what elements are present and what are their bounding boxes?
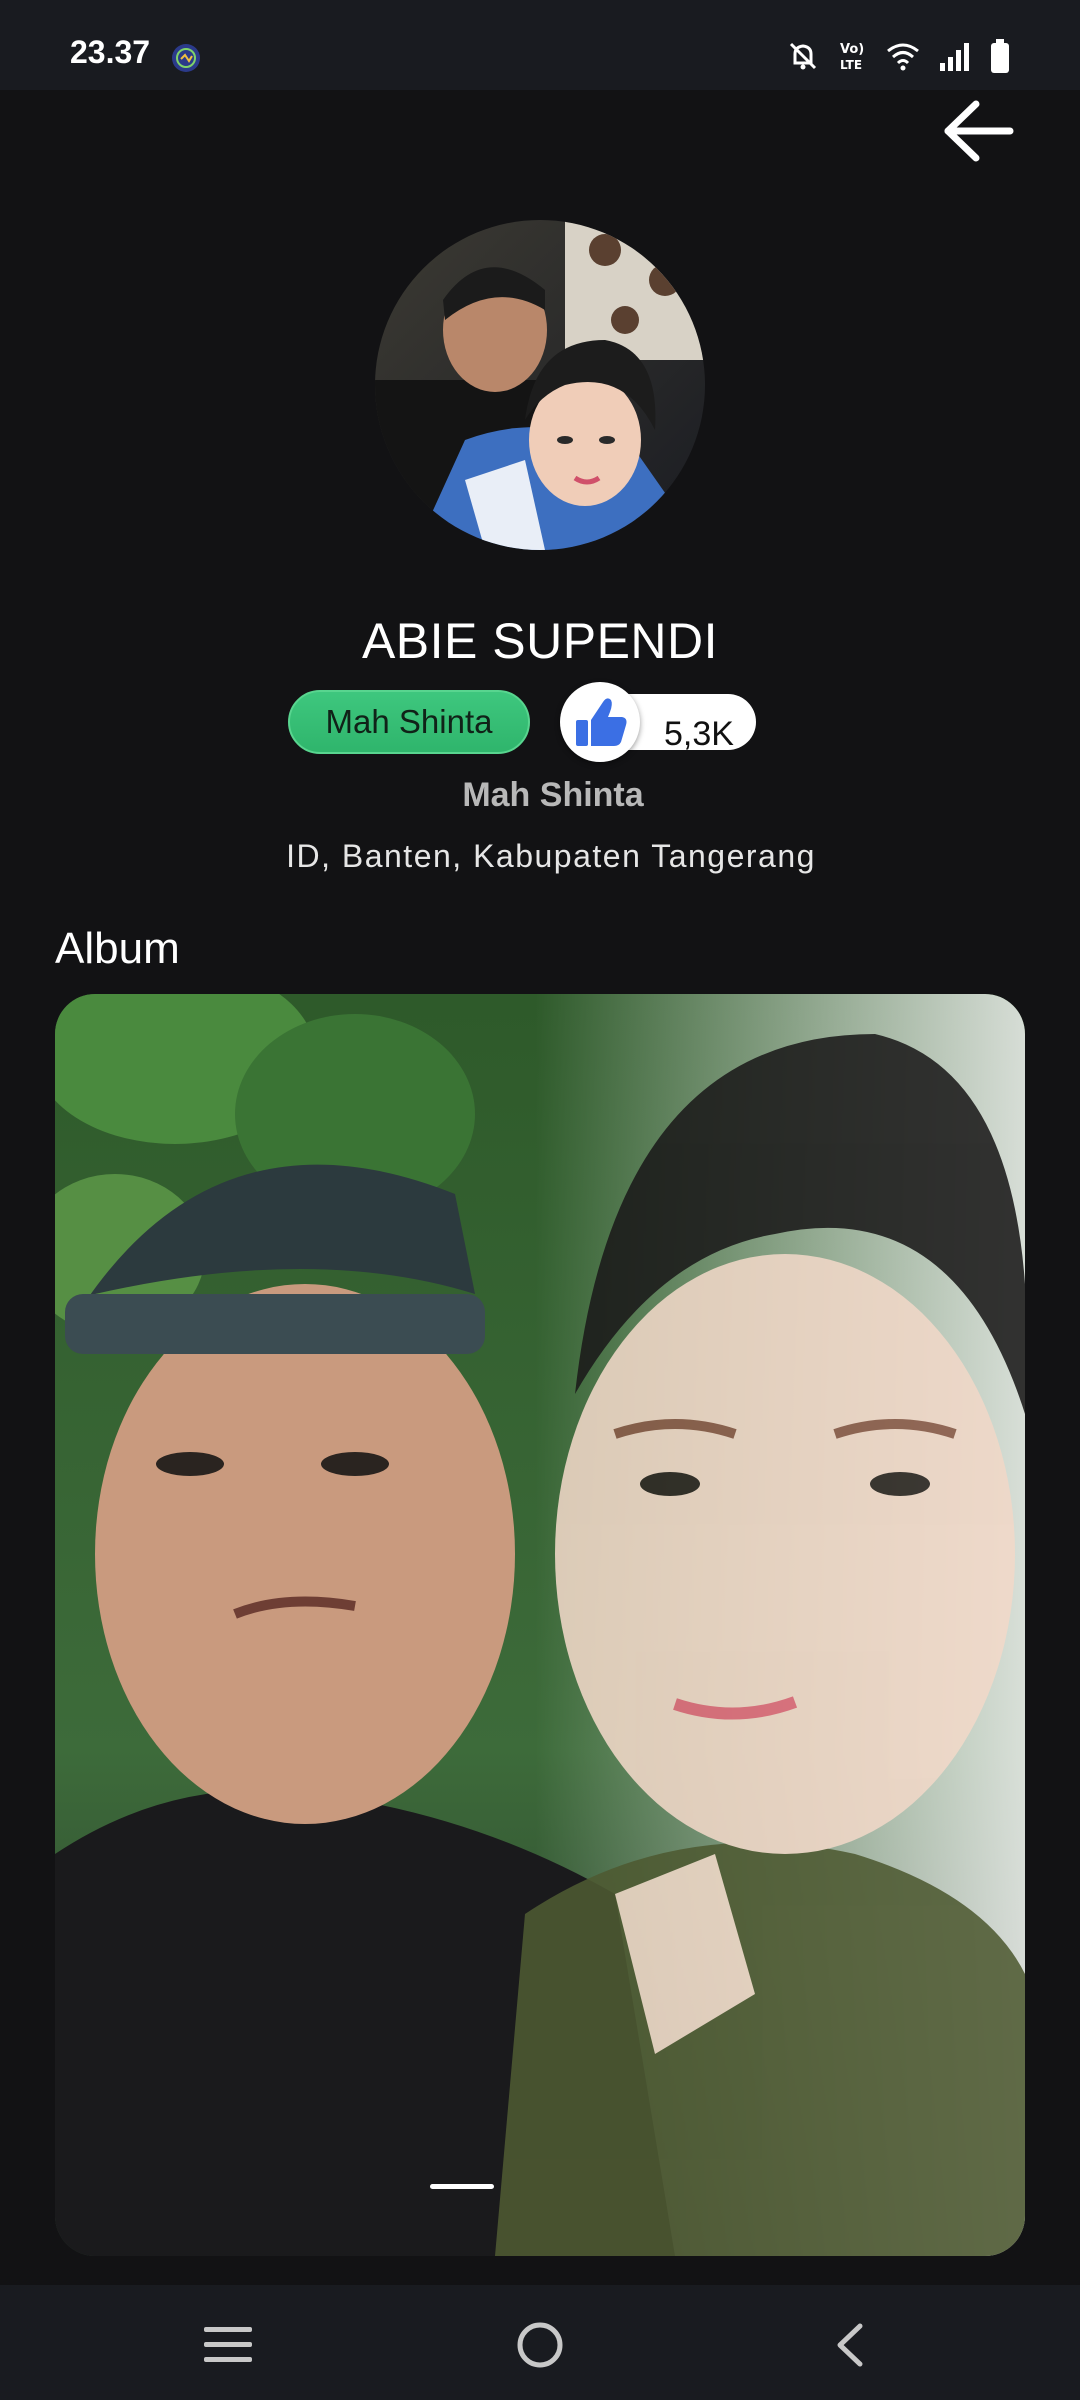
like-button[interactable]: 5,3K <box>560 682 756 762</box>
svg-text:LTE: LTE <box>840 58 862 72</box>
signal-icon <box>940 43 969 71</box>
back-icon <box>837 2323 863 2367</box>
home-button[interactable] <box>480 2305 600 2385</box>
wifi-icon <box>887 43 919 71</box>
volte-icon: Vo) LTE <box>840 42 864 72</box>
battery-icon <box>991 39 1009 73</box>
profile-name: ABIE SUPENDI <box>361 613 719 669</box>
thumbs-up-icon <box>576 698 627 746</box>
status-bar: 23.37 Vo) LTE <box>0 0 1080 90</box>
profile-location: ID, Banten, Kabupaten Tangerang <box>286 838 816 874</box>
mute-icon <box>789 42 817 70</box>
album-title: Album <box>55 924 180 973</box>
svg-text:Vo): Vo) <box>840 42 864 57</box>
status-icons: Vo) LTE <box>786 36 1010 76</box>
like-count: 5,3K <box>664 715 734 753</box>
arrow-left-icon[interactable] <box>938 96 1018 166</box>
profile-tag-button[interactable]: Mah Shinta <box>288 690 530 754</box>
recent-apps-button[interactable] <box>168 2305 288 2385</box>
like-icon-circle <box>560 682 640 762</box>
album-photo-carousel[interactable] <box>55 994 1025 2256</box>
profile-subtitle: Mah Shinta <box>462 776 644 814</box>
album-page-indicator <box>430 2184 494 2189</box>
app-notification-icon <box>172 44 200 72</box>
home-icon <box>517 2322 563 2368</box>
system-nav-bar <box>0 2285 1080 2400</box>
album-photo <box>55 994 1025 2256</box>
recent-apps-icon <box>204 2327 252 2362</box>
avatar-photo <box>375 220 705 550</box>
status-time: 23.37 <box>70 34 151 70</box>
profile-avatar[interactable] <box>375 220 705 550</box>
back-button[interactable] <box>790 2305 910 2385</box>
